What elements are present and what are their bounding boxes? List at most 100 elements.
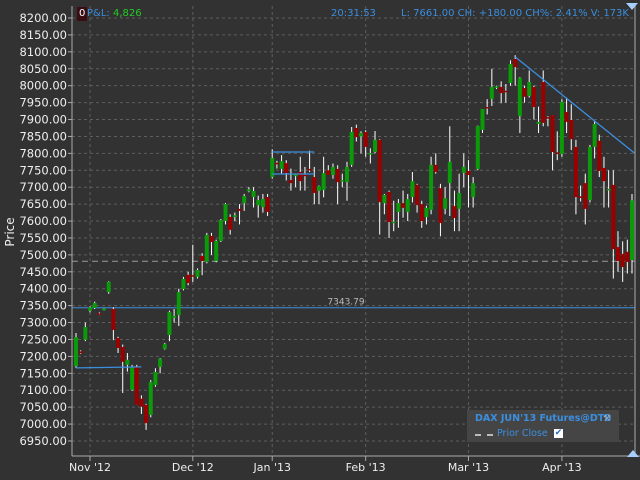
candle-down [78, 350, 83, 354]
y-tick-label: 7200.00 [19, 349, 67, 363]
prior-close-swatch [475, 434, 493, 436]
candle-up [246, 187, 251, 193]
candle-up [536, 106, 541, 134]
y-tick-label: 7000.00 [19, 417, 67, 431]
candle-body [78, 351, 83, 354]
candle-body [461, 166, 466, 173]
account-badge[interactable]: 0 [77, 7, 88, 21]
candle-body [438, 188, 443, 224]
candle-body [630, 200, 634, 260]
candle-body [373, 139, 378, 153]
candle-up [489, 68, 494, 106]
candle-body [457, 192, 462, 209]
candle-body [326, 170, 331, 176]
candle-body [382, 194, 387, 204]
candle-body [564, 112, 569, 122]
candle-up [330, 163, 335, 179]
candle-up [527, 70, 532, 98]
y-tick-label: 8000.00 [19, 79, 67, 93]
candle-body [452, 206, 457, 218]
instrument-name[interactable]: DAX JUN'13 Futures@DTB [475, 413, 611, 424]
candle-body [251, 190, 256, 198]
candle-body [195, 270, 200, 277]
candle-down [144, 403, 149, 430]
y-tick-label: 6950.00 [19, 434, 67, 448]
candle-body [312, 177, 317, 193]
candle-up [494, 85, 499, 90]
candle-body [302, 174, 307, 177]
candle-body [288, 180, 293, 184]
candle-body [237, 208, 242, 211]
candle-body [279, 161, 284, 169]
candle-down [274, 160, 279, 169]
candle-body [559, 101, 564, 155]
candle-up [587, 144, 592, 203]
candle-body [153, 371, 158, 386]
candle-up [293, 173, 298, 188]
candle-body [246, 189, 251, 192]
candle-up [214, 239, 219, 263]
candle-up [74, 333, 78, 368]
candle-body [424, 207, 429, 217]
x-tick-label: Feb '13 [346, 461, 386, 474]
candle-body [415, 184, 420, 206]
candle-body [447, 161, 452, 184]
expand-triangle-icon[interactable] [627, 450, 639, 457]
candle-up [447, 126, 452, 216]
candle-body [555, 152, 560, 155]
candle-body [620, 253, 625, 268]
candle-up [92, 301, 97, 310]
candle-body [606, 188, 611, 191]
candle-body [569, 119, 574, 140]
y-axis-label: Price [3, 217, 17, 246]
pnl-value: 4,826 [112, 8, 142, 19]
candle-down [228, 214, 233, 235]
candle-body [265, 197, 270, 212]
candle-body [494, 86, 499, 88]
candle-body [354, 127, 359, 138]
y-tick-label: 7450.00 [19, 265, 67, 279]
candle-down [116, 336, 121, 354]
candle-down [190, 244, 195, 282]
y-tick-label: 8150.00 [19, 28, 67, 42]
candle-up [181, 276, 186, 291]
candle-up [461, 153, 466, 188]
candle-down [531, 85, 536, 120]
candle-body [531, 87, 536, 107]
wrench-icon[interactable]: ⚒ [603, 414, 611, 424]
candle-body [148, 382, 153, 415]
candle-body [550, 115, 555, 153]
candle-body [499, 87, 504, 94]
pnl-label: P&L: [87, 8, 110, 19]
candle-body [592, 123, 597, 147]
chart-legend: DAX JUN'13 Futures@DTB ⚒ Prior Close ✔ [467, 410, 619, 442]
price-chart[interactable]: 6950.00 7000.00 7050.00 7100.00 7150.00 7200.… [0, 0, 640, 480]
candle-body [92, 302, 97, 309]
candle-body [200, 255, 205, 261]
candle-up [218, 219, 223, 243]
candle-body [545, 117, 550, 119]
candle-body [466, 170, 471, 176]
candle-up [102, 308, 107, 311]
prior-close-checkbox[interactable]: ✔ [554, 429, 563, 438]
candle-body [480, 109, 485, 131]
grid [72, 6, 635, 456]
y-tick-label: 7500.00 [19, 248, 67, 262]
candle-up [130, 364, 135, 391]
candle-down [419, 200, 424, 228]
y-tick-label: 7650.00 [19, 197, 67, 211]
pnl-readout: P&L: 4,826 [87, 8, 142, 19]
candle-body [405, 199, 410, 212]
candle-down [438, 183, 443, 237]
y-axis: 6950.00 7000.00 7050.00 7100.00 7150.00 7200.… [19, 11, 72, 448]
y-tick-label: 7700.00 [19, 180, 67, 194]
y-tick-label: 7850.00 [19, 129, 67, 143]
collapse-triangle-icon[interactable] [626, 3, 638, 10]
candle-down [186, 271, 191, 286]
candle-body [242, 195, 247, 204]
candle-body [433, 164, 438, 172]
candle-body [232, 215, 237, 217]
candle-up [316, 185, 321, 205]
candle-body [190, 275, 195, 277]
y-tick-label: 7550.00 [19, 231, 67, 245]
